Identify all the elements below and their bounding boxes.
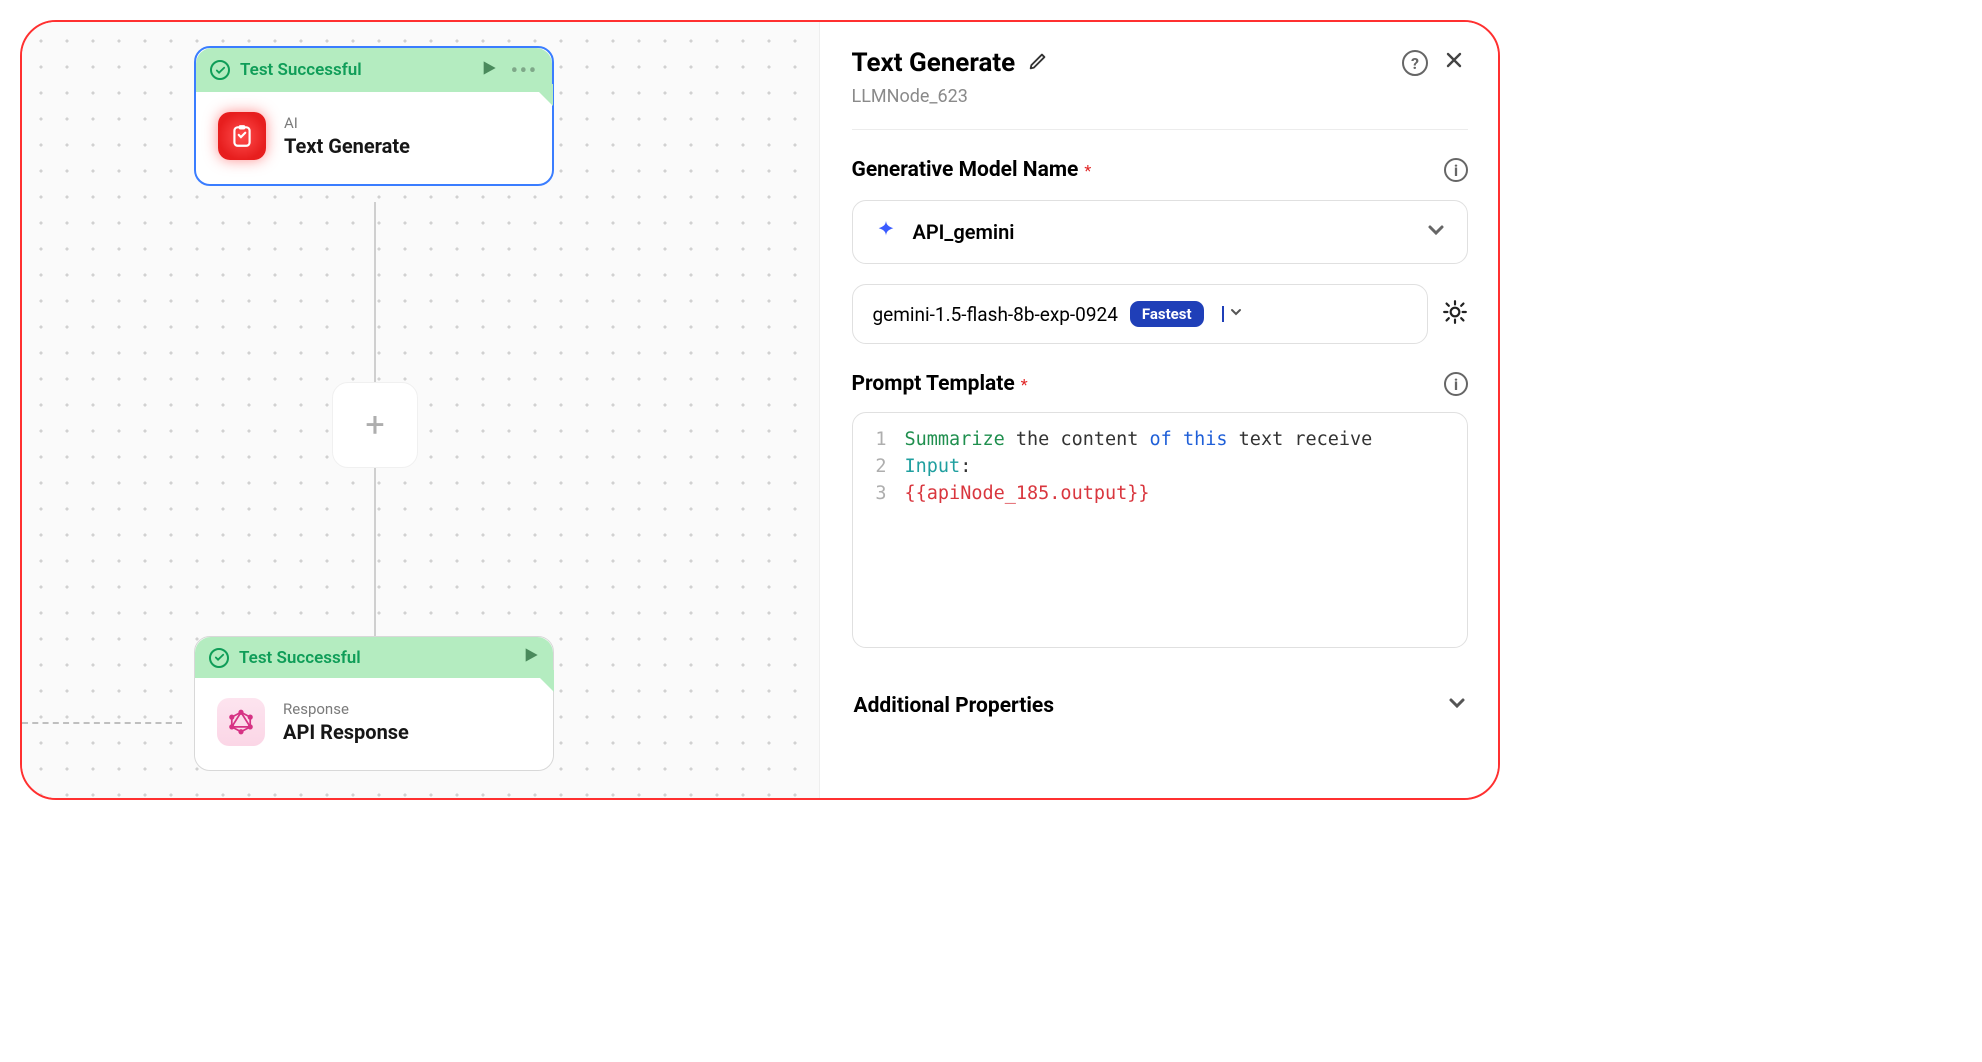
node-api-response[interactable]: Test Successful Response API Response (194, 636, 554, 771)
node-status-label: Test Successful (240, 60, 362, 80)
code-token: of (1150, 429, 1172, 450)
code-token: text receive (1228, 429, 1373, 450)
node-category: Response (283, 700, 409, 718)
check-circle-icon (210, 60, 230, 80)
model-name-label: Generative Model Name (852, 158, 1079, 182)
line-number: 1 (863, 427, 905, 454)
properties-panel: Text Generate ? LLMNode_623 Generative M… (819, 22, 1499, 798)
node-body: Response API Response (195, 678, 553, 770)
node-title: Text Generate (284, 134, 410, 158)
line-number: 2 (863, 454, 905, 481)
code-token (1172, 429, 1183, 450)
add-node-button[interactable]: + (332, 382, 418, 468)
sparkle-icon (875, 219, 897, 245)
fastest-badge: Fastest (1130, 301, 1204, 327)
node-status-label: Test Successful (239, 648, 361, 668)
close-icon[interactable] (1440, 46, 1468, 80)
node-body: AI Text Generate (196, 92, 552, 184)
code-token: Input (905, 456, 961, 477)
chevron-down-icon (1427, 221, 1445, 243)
additional-properties-label: Additional Properties (854, 694, 1055, 718)
code-token: the content (1005, 429, 1150, 450)
info-icon[interactable]: i (1444, 158, 1468, 182)
model-version-value: gemini-1.5-flash-8b-exp-0924 (873, 303, 1118, 326)
check-circle-icon (209, 648, 229, 668)
line-number: 3 (863, 481, 905, 508)
graphql-icon (217, 698, 265, 746)
node-header: Test Successful ••• (196, 48, 552, 92)
panel-subtitle: LLMNode_623 (852, 86, 1469, 130)
code-token: this (1183, 429, 1228, 450)
canvas-guide (22, 722, 182, 724)
panel-header: Text Generate ? (852, 46, 1469, 80)
node-header: Test Successful (195, 637, 553, 678)
edit-icon[interactable] (1027, 50, 1049, 76)
code-token: : (960, 456, 971, 477)
node-title: API Response (283, 720, 409, 744)
required-marker: * (1084, 161, 1091, 180)
app-frame: + Test Successful ••• AI (20, 20, 1500, 800)
chevron-down-icon (1222, 306, 1242, 322)
ai-clipboard-icon (218, 112, 266, 160)
play-icon[interactable] (481, 60, 497, 81)
panel-title: Text Generate (852, 48, 1016, 78)
model-version-select[interactable]: gemini-1.5-flash-8b-exp-0924 Fastest (852, 284, 1429, 344)
play-icon[interactable] (523, 647, 539, 668)
plus-icon: + (365, 405, 384, 445)
node-category: AI (284, 114, 410, 132)
help-icon[interactable]: ? (1402, 50, 1428, 76)
model-api-select[interactable]: API_gemini (852, 200, 1469, 264)
gear-icon[interactable] (1442, 299, 1468, 329)
workflow-canvas[interactable]: + Test Successful ••• AI (22, 22, 819, 798)
code-token: Summarize (905, 429, 1005, 450)
more-icon[interactable]: ••• (507, 58, 538, 82)
prompt-template-label: Prompt Template (852, 372, 1015, 396)
additional-properties-toggle[interactable]: Additional Properties (852, 674, 1469, 728)
chevron-down-icon (1448, 694, 1466, 718)
node-text-generate[interactable]: Test Successful ••• AI Text Generate (194, 46, 554, 186)
prompt-template-editor[interactable]: 1Summarize the content of this text rece… (852, 412, 1469, 648)
model-api-value: API_gemini (913, 220, 1015, 244)
info-icon[interactable]: i (1444, 372, 1468, 396)
required-marker: * (1021, 375, 1028, 394)
code-token: {{apiNode_185.output}} (905, 481, 1150, 508)
